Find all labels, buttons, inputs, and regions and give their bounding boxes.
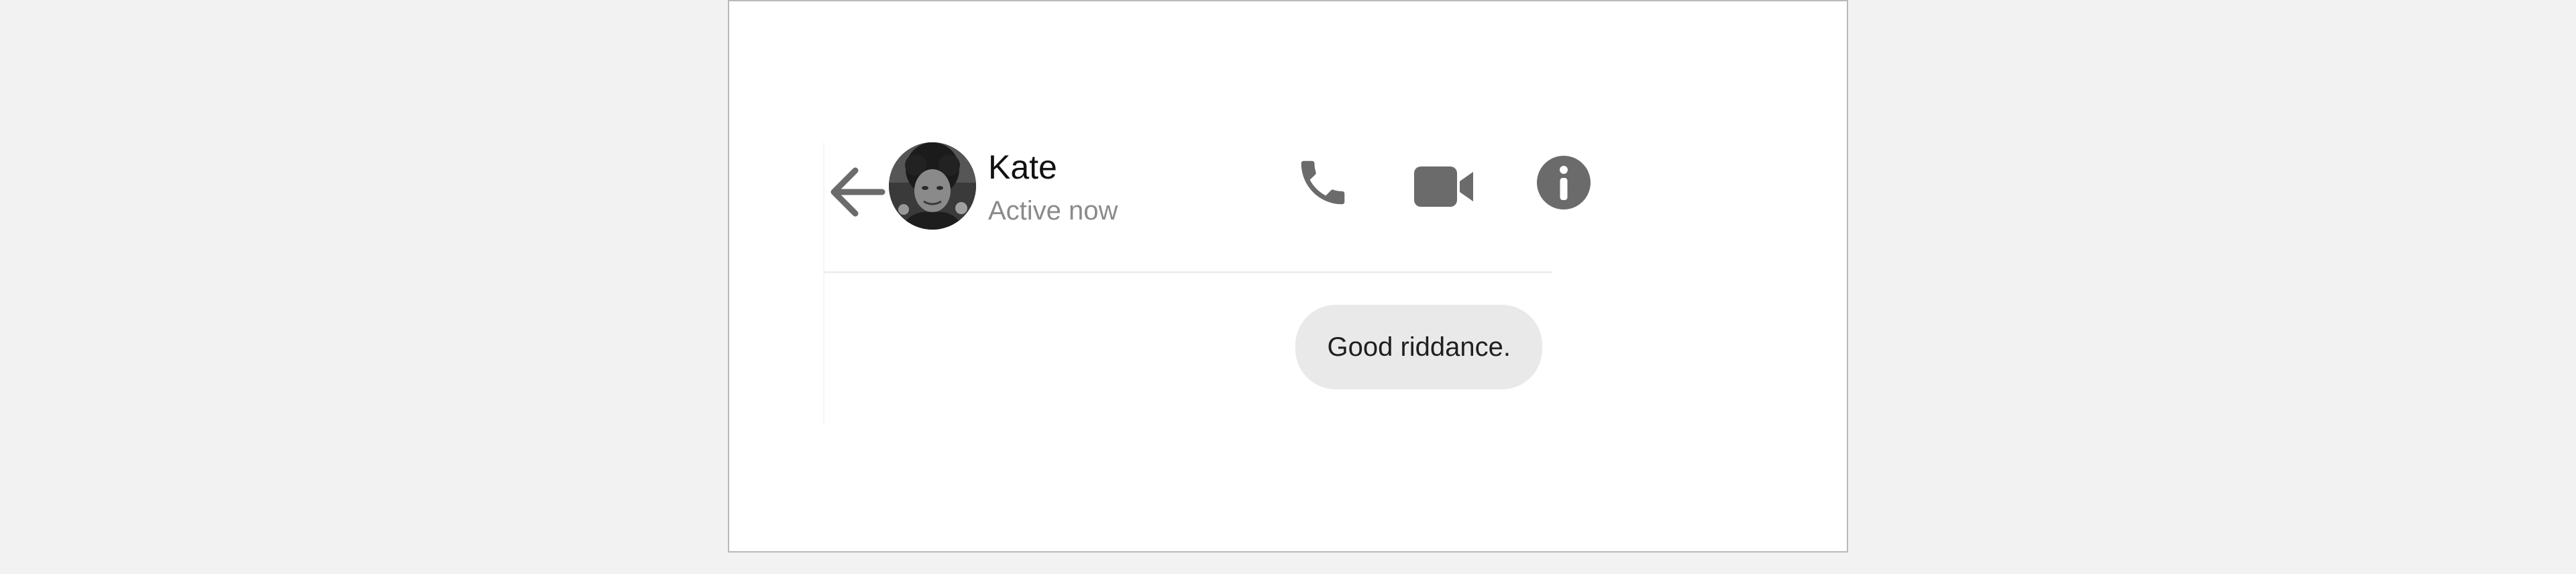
outgoing-message-bubble[interactable]: Good riddance. [1295,305,1542,389]
video-camera-icon [1414,166,1473,207]
app-frame: Kate Active now Good riddance. [728,0,1848,553]
message-list: Good riddance. [824,273,1552,424]
avatar-image [889,142,976,230]
contact-status: Active now [988,196,1118,226]
chat-panel: Kate Active now Good riddance. [823,142,1591,424]
info-icon [1537,156,1591,209]
chat-header: Kate Active now [824,142,1591,273]
contact-name: Kate [988,148,1057,186]
back-arrow-icon [830,167,885,217]
video-call-button[interactable] [1410,149,1477,216]
info-button[interactable] [1530,149,1597,216]
back-button[interactable] [826,154,888,230]
avatar[interactable] [889,142,976,230]
phone-icon [1301,160,1345,205]
call-button[interactable] [1289,149,1356,216]
